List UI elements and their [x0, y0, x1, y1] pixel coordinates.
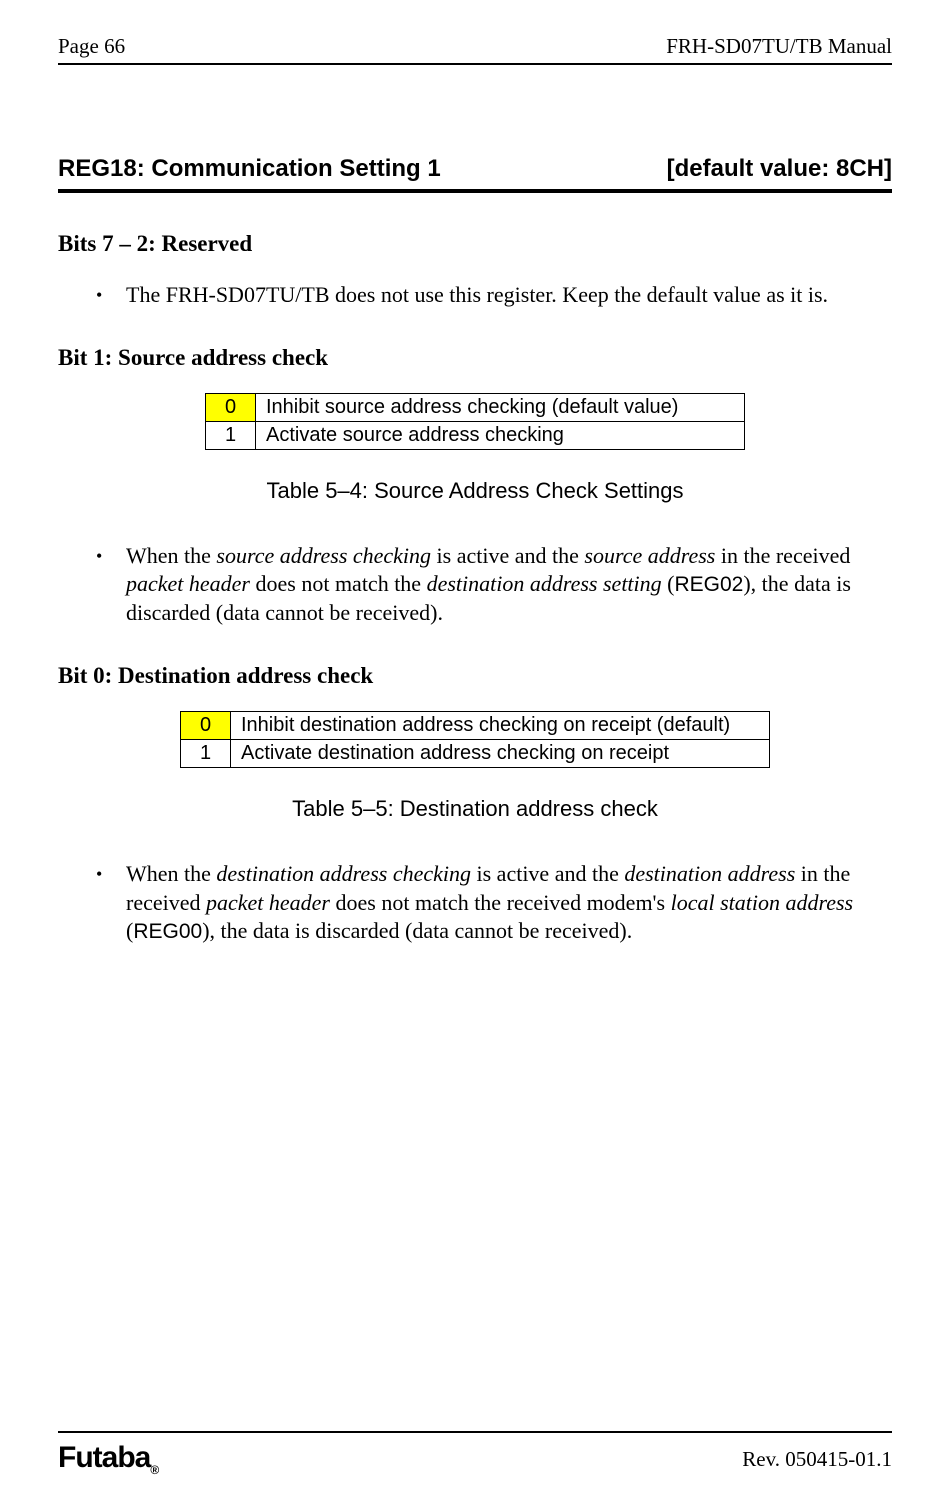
footer-rule — [58, 1431, 892, 1433]
table-5-5-caption: Table 5–5: Destination address check — [58, 796, 892, 822]
bit1-row0-code: 0 — [206, 394, 256, 422]
header-right: FRH-SD07TU/TB Manual — [666, 34, 892, 59]
bit-0-label: Bit 0: Destination address check — [58, 663, 892, 689]
register-ref: REG02 — [674, 573, 743, 596]
bullet-icon: • — [96, 860, 126, 945]
register-ref: REG00 — [133, 920, 202, 943]
bit-1-bullet: • When the source address checking is ac… — [96, 542, 892, 627]
bit1-row1-code: 1 — [206, 422, 256, 450]
italic-term: destination address — [624, 861, 795, 886]
text-span: When the — [126, 861, 216, 886]
text-span: is active and the — [471, 861, 624, 886]
bit0-row1-desc: Activate destination address checking on… — [231, 740, 770, 768]
brand-logo: Futaba® — [58, 1441, 158, 1477]
bit-0-bullet-text: When the destination address checking is… — [126, 860, 892, 945]
page-footer: Futaba® Rev. 050415-01.1 — [58, 1431, 892, 1477]
text-span: does not match the — [250, 571, 427, 596]
bit1-row1-desc: Activate source address checking — [256, 422, 745, 450]
bits-7-2-bullet-text: The FRH-SD07TU/TB does not use this regi… — [126, 281, 892, 309]
italic-term: packet header — [206, 890, 330, 915]
table-row: 0 Inhibit destination address checking o… — [181, 712, 770, 740]
bit-0-bullet: • When the destination address checking … — [96, 860, 892, 945]
text-span: ), the data is discarded (data cannot be… — [202, 918, 632, 943]
table-row: 0 Inhibit source address checking (defau… — [206, 394, 745, 422]
bit-0-table: 0 Inhibit destination address checking o… — [180, 711, 770, 768]
bit-1-label: Bit 1: Source address check — [58, 345, 892, 371]
bit-1-bullet-text: When the source address checking is acti… — [126, 542, 892, 627]
section-bar: REG18: Communication Setting 1 [default … — [58, 155, 892, 183]
text-span: in the received — [715, 543, 850, 568]
registered-icon: ® — [150, 1463, 158, 1477]
italic-term: local station address — [671, 890, 854, 915]
text-span: ( — [662, 571, 675, 596]
bit0-row1-code: 1 — [181, 740, 231, 768]
bullet-icon: • — [96, 542, 126, 627]
table-row: 1 Activate source address checking — [206, 422, 745, 450]
section-rule — [58, 189, 892, 193]
bit-1-table: 0 Inhibit source address checking (defau… — [205, 393, 745, 450]
section-title: REG18: Communication Setting 1 — [58, 155, 441, 183]
table-row: 1 Activate destination address checking … — [181, 740, 770, 768]
bit0-row0-code: 0 — [181, 712, 231, 740]
section-default-value: [default value: 8CH] — [667, 155, 892, 183]
table-5-4-caption: Table 5–4: Source Address Check Settings — [58, 478, 892, 504]
brand-name: Futaba — [58, 1441, 150, 1474]
text-span: When the — [126, 543, 216, 568]
header-left: Page 66 — [58, 34, 125, 59]
italic-term: destination address setting — [427, 571, 662, 596]
italic-term: destination address checking — [216, 861, 471, 886]
text-span: is active and the — [431, 543, 584, 568]
text-span: does not match the received modem's — [330, 890, 671, 915]
revision-label: Rev. 050415-01.1 — [742, 1447, 892, 1472]
italic-term: packet header — [126, 571, 250, 596]
bit1-row0-desc: Inhibit source address checking (default… — [256, 394, 745, 422]
bits-7-2-label: Bits 7 – 2: Reserved — [58, 231, 892, 257]
header-rule — [58, 63, 892, 65]
italic-term: source address checking — [216, 543, 431, 568]
bit0-row0-desc: Inhibit destination address checking on … — [231, 712, 770, 740]
page-header: Page 66 FRH-SD07TU/TB Manual — [58, 34, 892, 59]
italic-term: source address — [584, 543, 715, 568]
bits-7-2-bullet: • The FRH-SD07TU/TB does not use this re… — [96, 281, 892, 309]
bullet-icon: • — [96, 281, 126, 309]
